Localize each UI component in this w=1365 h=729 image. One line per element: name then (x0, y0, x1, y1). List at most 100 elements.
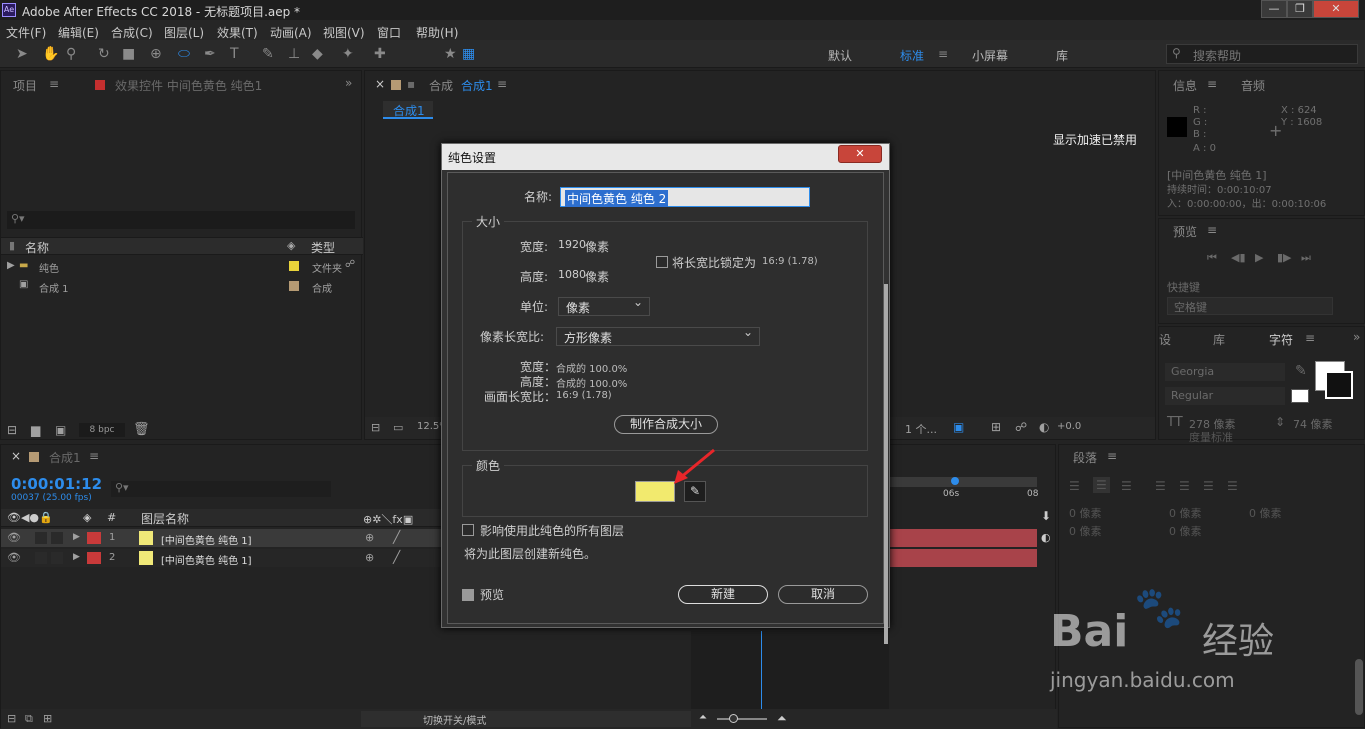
project-item-row[interactable]: ▶ ▬ 纯色 文件夹 ☍ (1, 257, 363, 275)
label-icon[interactable]: ◈ (287, 239, 295, 252)
quality-switch-icon[interactable]: ╱ (393, 550, 400, 564)
close-tab-icon[interactable]: × (11, 449, 21, 463)
rotate-tool-icon[interactable]: ↻ (98, 46, 110, 62)
shortcut-dropdown[interactable]: 空格键 (1167, 297, 1333, 315)
label-icon[interactable]: ◈ (83, 511, 91, 524)
type-tool-icon[interactable]: T (230, 46, 239, 62)
camera-tool-icon[interactable]: ■ (122, 46, 135, 62)
panel-overflow-icon[interactable]: » (1353, 330, 1360, 344)
layer-bar[interactable] (889, 549, 1037, 567)
clone-stamp-tool-icon[interactable]: ⊥ (288, 46, 300, 62)
menu-help[interactable]: 帮助(H) (416, 24, 458, 41)
space-after-value[interactable]: 0 像素 (1169, 523, 1202, 539)
av-features-icon[interactable]: 👁◀●🔒 (7, 511, 53, 524)
align-right-icon[interactable]: ☰ (1121, 479, 1132, 493)
lock-toggle[interactable] (51, 532, 63, 544)
workspace-small-screen[interactable]: 小屏幕 (972, 47, 1008, 64)
comp-marker-icon[interactable]: ⬇ (1041, 509, 1051, 523)
menu-edit[interactable]: 编辑(E) (58, 24, 99, 41)
brush-tool-icon[interactable]: ✎ (262, 46, 274, 62)
menu-effect[interactable]: 效果(T) (217, 24, 258, 41)
project-search-input[interactable]: ⚲▾ (7, 211, 355, 229)
char-tab-menu-icon[interactable]: ≡ (1305, 331, 1315, 345)
interpret-footage-icon[interactable]: ⊟ (7, 423, 17, 437)
exposure-value[interactable]: +0.0 (1057, 421, 1081, 432)
search-help-input[interactable]: ⚲ 搜索帮助 (1166, 44, 1358, 64)
visibility-icon[interactable]: 👁 (7, 551, 21, 564)
stroke-color-swatch[interactable] (1325, 371, 1353, 399)
menu-composition[interactable]: 合成(C) (111, 24, 153, 41)
tab-library[interactable]: 库 (1213, 331, 1225, 348)
toggle-transparency-icon[interactable]: ▣ (953, 420, 964, 434)
justify-left-icon[interactable]: ☰ (1155, 479, 1166, 493)
exposure-icon[interactable]: ◐ (1039, 420, 1049, 434)
solo-toggle[interactable] (35, 552, 47, 564)
zoom-slider-thumb[interactable] (729, 714, 738, 723)
workspace-menu-icon[interactable]: ≡ (938, 47, 948, 61)
preview-tab-menu-icon[interactable]: ≡ (1207, 223, 1217, 237)
dialog-close-icon[interactable]: ✕ (838, 145, 882, 163)
flowchart-icon[interactable]: ☍ (1015, 420, 1027, 434)
close-tab-icon[interactable]: × (375, 77, 385, 91)
cancel-button[interactable]: 取消 (778, 585, 868, 604)
monitor-icon[interactable]: ▭ (393, 421, 403, 434)
indent-right-value[interactable]: 0 像素 (1169, 505, 1202, 521)
timeline-tab[interactable]: 合成1 (49, 449, 81, 466)
star-icon[interactable]: ★ (444, 46, 457, 62)
effect-controls-tab[interactable]: 效果控件 中间色黄色 纯色1 (115, 77, 262, 94)
timeline-tab-menu-icon[interactable]: ≡ (89, 449, 99, 463)
workspace-library[interactable]: 库 (1056, 47, 1068, 64)
workspace-default[interactable]: 默认 (828, 47, 852, 64)
layer-name[interactable]: [中间色黄色 纯色 1] (161, 552, 252, 567)
always-preview-icon[interactable]: ⊟ (371, 421, 380, 434)
snap-icon[interactable]: ▦ (462, 46, 475, 62)
menu-animation[interactable]: 动画(A) (270, 24, 312, 41)
tab-properties[interactable]: 设 (1159, 331, 1171, 348)
lock-toggle[interactable] (51, 552, 63, 564)
disclosure-icon[interactable]: ▶ (73, 532, 80, 542)
info-tab-menu-icon[interactable]: ≡ (1207, 77, 1217, 91)
toggle-switches-button[interactable]: 切换开关/模式 (361, 711, 691, 727)
next-frame-icon[interactable]: ▮▶ (1277, 251, 1292, 264)
fill-swatch-small[interactable] (1291, 389, 1309, 403)
timeline-search-input[interactable]: ⚲▾ (111, 481, 331, 497)
layer-label-swatch[interactable] (87, 532, 101, 544)
comp-tab-name[interactable]: 合成1 (461, 77, 493, 94)
solo-toggle[interactable] (35, 532, 47, 544)
zoom-tool-icon[interactable]: ⚲ (66, 46, 76, 62)
layer-row[interactable]: 👁 ▶ 1 [中间色黄色 纯色 1] ⊕ ╱ (1, 529, 441, 547)
item-label-swatch[interactable] (289, 261, 299, 271)
close-icon[interactable]: ✕ (1313, 0, 1359, 18)
preview-checkbox[interactable] (462, 589, 474, 601)
paragraph-tab[interactable]: 段落 (1073, 449, 1097, 466)
visibility-icon[interactable]: 👁 (7, 531, 21, 544)
new-folder-icon[interactable]: ▆ (31, 423, 40, 437)
font-style-dropdown[interactable]: Regular (1165, 387, 1285, 405)
render-time-icon[interactable]: ⊟ (7, 712, 16, 725)
switches-icon[interactable]: ⊕✲＼fx▣ (363, 511, 413, 527)
lock-icon[interactable]: ▪ (407, 77, 415, 91)
last-frame-icon[interactable]: ⏭ (1301, 251, 1311, 265)
align-left-icon[interactable]: ☰ (1069, 479, 1080, 493)
bit-depth-button[interactable]: 8 bpc (79, 423, 125, 437)
zoom-slider-track[interactable] (717, 718, 767, 720)
view-count[interactable]: 1 个... (905, 421, 937, 437)
zoom-in-icon[interactable]: ⏶ (777, 711, 787, 726)
minimize-icon[interactable]: — (1261, 0, 1287, 18)
width-value[interactable]: 1920 (558, 238, 586, 251)
info-tab[interactable]: 信息 (1173, 77, 1197, 94)
layer-end-icon[interactable]: ◐ (1041, 531, 1051, 544)
blend-modes-icon[interactable]: ⧉ (25, 712, 33, 726)
leading-value[interactable]: 74 像素 (1293, 416, 1333, 432)
current-timecode[interactable]: 0:00:01:12 (11, 475, 102, 493)
justify-right-icon[interactable]: ☰ (1203, 479, 1214, 493)
justify-all-icon[interactable]: ☰ (1227, 479, 1238, 493)
menu-file[interactable]: 文件(F) (6, 24, 46, 41)
project-item-row[interactable]: ▣ 合成 1 合成 (1, 277, 363, 295)
column-layer-name[interactable]: 图层名称 (141, 510, 189, 527)
eyedropper-icon[interactable]: ✎ (1295, 363, 1307, 379)
shy-switch-icon[interactable]: ⊕ (365, 531, 374, 544)
layer-label-swatch[interactable] (87, 552, 101, 564)
maximize-icon[interactable]: ❐ (1287, 0, 1313, 18)
item-label-swatch[interactable] (289, 281, 299, 291)
